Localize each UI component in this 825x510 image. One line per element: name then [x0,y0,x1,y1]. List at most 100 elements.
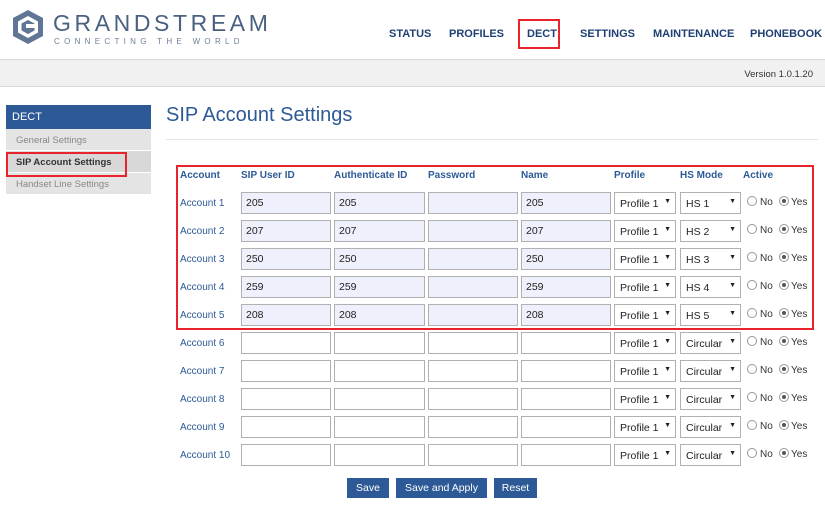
table-row: Account 7 Profile 1 ▼ Circular ▼ No Yes [0,360,825,384]
hs-mode-select-value: Circular [686,338,723,350]
sip-user-id-input[interactable] [241,332,331,354]
save-button[interactable]: Save [347,478,389,498]
hs-mode-select-value: Circular [686,422,723,434]
reset-button[interactable]: Reset [494,478,537,498]
password-input[interactable] [428,332,518,354]
dropdown-arrow-icon: ▼ [664,450,671,457]
password-input[interactable] [428,360,518,382]
active-yes-label: Yes [791,337,808,348]
active-no-label: No [760,337,773,348]
dropdown-arrow-icon: ▼ [664,394,671,401]
name-input[interactable] [521,388,611,410]
sip-user-id-input[interactable] [241,444,331,466]
active-yes-label: Yes [791,365,808,376]
active-yes-radio[interactable] [779,448,789,458]
dropdown-arrow-icon: ▼ [729,394,736,401]
profile-select-value: Profile 1 [620,394,659,406]
save-and-apply-button[interactable]: Save and Apply [396,478,487,498]
profile-select-value: Profile 1 [620,338,659,350]
configured-accounts-highlight [176,165,814,330]
nav-maintenance[interactable]: MAINTENANCE [653,28,734,40]
account-label: Account 7 [180,366,225,377]
name-input[interactable] [521,332,611,354]
hs-mode-select-value: Circular [686,450,723,462]
profile-select[interactable]: Profile 1 ▼ [614,332,676,354]
sidebar-heading: DECT [6,105,151,129]
active-no-radio[interactable] [747,364,757,374]
table-row: Account 10 Profile 1 ▼ Circular ▼ No Yes [0,444,825,468]
table-row: Account 9 Profile 1 ▼ Circular ▼ No Yes [0,416,825,440]
account-label: Account 9 [180,422,225,433]
password-input[interactable] [428,388,518,410]
authenticate-id-input[interactable] [334,416,425,438]
profile-select[interactable]: Profile 1 ▼ [614,444,676,466]
active-yes-label: Yes [791,393,808,404]
active-yes-radio[interactable] [779,392,789,402]
nav-phonebook[interactable]: PHONEBOOK [750,28,822,40]
name-input[interactable] [521,360,611,382]
authenticate-id-input[interactable] [334,332,425,354]
hs-mode-select[interactable]: Circular ▼ [680,388,741,410]
password-input[interactable] [428,444,518,466]
dropdown-arrow-icon: ▼ [729,450,736,457]
profile-select-value: Profile 1 [620,450,659,462]
nav-status[interactable]: STATUS [389,28,431,40]
profile-select-value: Profile 1 [620,422,659,434]
active-no-radio[interactable] [747,420,757,430]
active-no-label: No [760,449,773,460]
hs-mode-select[interactable]: Circular ▼ [680,416,741,438]
active-no-label: No [760,421,773,432]
sidebar-item-general-settings[interactable]: General Settings [6,129,151,151]
name-input[interactable] [521,416,611,438]
profile-select[interactable]: Profile 1 ▼ [614,360,676,382]
account-label: Account 10 [180,450,231,461]
sidebar: DECT General Settings SIP Account Settin… [6,105,151,195]
active-yes-label: Yes [791,449,808,460]
authenticate-id-input[interactable] [334,444,425,466]
dropdown-arrow-icon: ▼ [664,366,671,373]
sip-user-id-input[interactable] [241,360,331,382]
authenticate-id-input[interactable] [334,360,425,382]
hs-mode-select[interactable]: Circular ▼ [680,332,741,354]
nav-profiles[interactable]: PROFILES [449,28,504,40]
hs-mode-select[interactable]: Circular ▼ [680,360,741,382]
nav-settings[interactable]: SETTINGS [580,28,635,40]
active-yes-label: Yes [791,421,808,432]
sip-user-id-input[interactable] [241,416,331,438]
dropdown-arrow-icon: ▼ [729,366,736,373]
hs-mode-select-value: Circular [686,366,723,378]
active-no-radio[interactable] [747,448,757,458]
table-row: Account 8 Profile 1 ▼ Circular ▼ No Yes [0,388,825,412]
active-yes-radio[interactable] [779,420,789,430]
account-label: Account 6 [180,338,225,349]
active-no-label: No [760,365,773,376]
active-yes-radio[interactable] [779,336,789,346]
hs-mode-select[interactable]: Circular ▼ [680,444,741,466]
brand-tagline: CONNECTING THE WORLD [54,37,244,46]
table-row: Account 6 Profile 1 ▼ Circular ▼ No Yes [0,332,825,356]
dropdown-arrow-icon: ▼ [729,338,736,345]
sidebar-active-highlight [6,152,127,177]
authenticate-id-input[interactable] [334,388,425,410]
dropdown-arrow-icon: ▼ [664,422,671,429]
dropdown-arrow-icon: ▼ [729,422,736,429]
profile-select[interactable]: Profile 1 ▼ [614,416,676,438]
active-no-radio[interactable] [747,392,757,402]
page-title: SIP Account Settings [166,104,353,126]
dropdown-arrow-icon: ▼ [664,338,671,345]
hs-mode-select-value: Circular [686,394,723,406]
active-no-radio[interactable] [747,336,757,346]
active-yes-radio[interactable] [779,364,789,374]
brand-name: GRANDSTREAM [53,10,272,36]
firmware-version: Version 1.0.1.20 [744,69,813,80]
profile-select[interactable]: Profile 1 ▼ [614,388,676,410]
password-input[interactable] [428,416,518,438]
active-no-label: No [760,393,773,404]
nav-dect-highlight [518,19,560,49]
name-input[interactable] [521,444,611,466]
grandstream-logo-icon [13,10,43,44]
sip-user-id-input[interactable] [241,388,331,410]
grandstream-logo: GRANDSTREAM CONNECTING THE WORLD [11,8,268,48]
version-bar: Version 1.0.1.20 [0,59,825,87]
account-label: Account 8 [180,394,225,405]
